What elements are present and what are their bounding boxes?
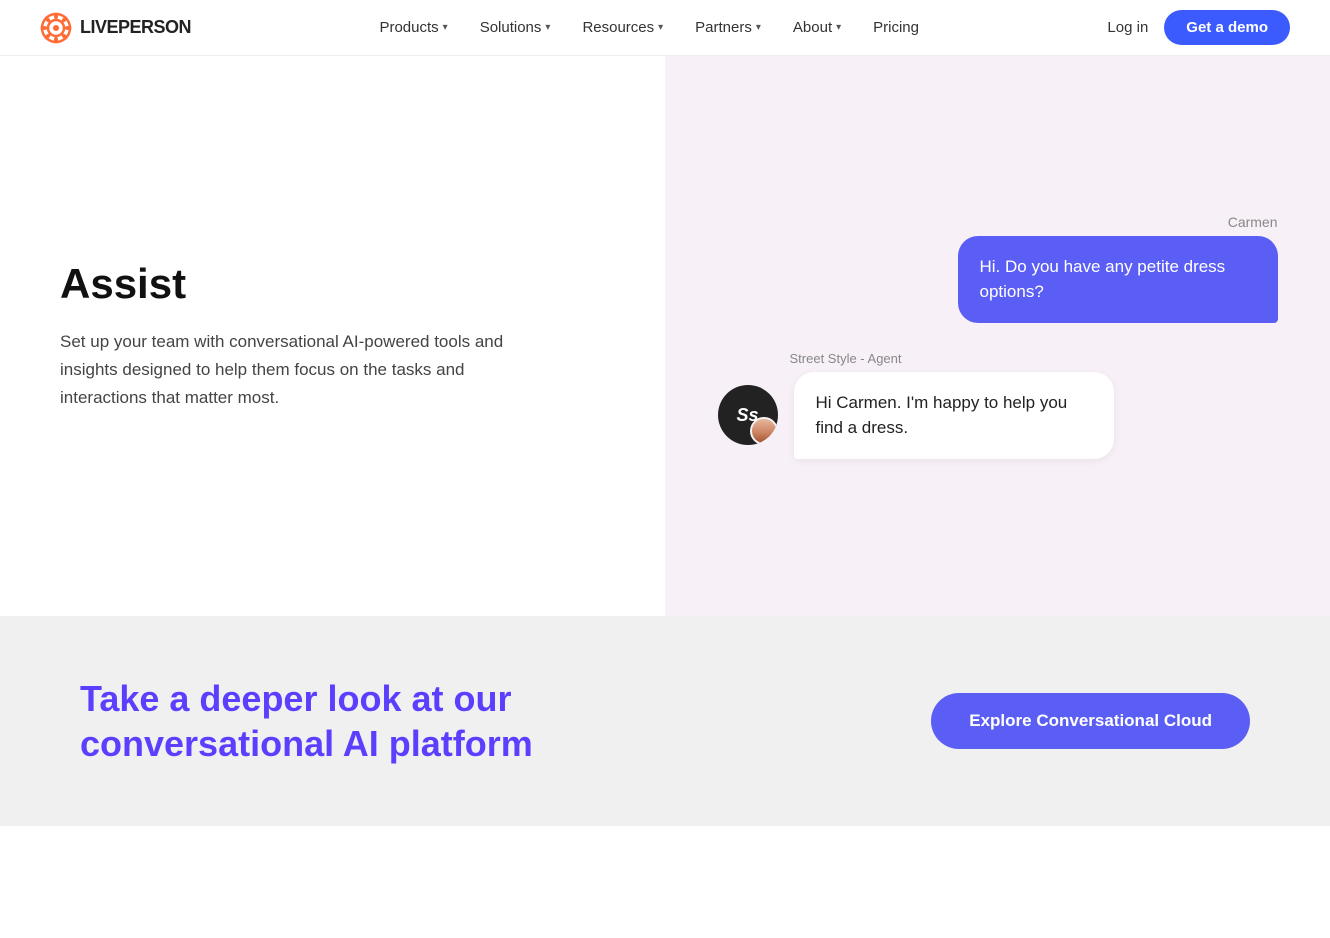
assist-title: Assist	[60, 260, 605, 308]
chevron-down-icon: ▾	[836, 22, 841, 33]
nav-products[interactable]: Products ▾	[379, 19, 447, 36]
agent-chat-bubble: Hi Carmen. I'm happy to help you find a …	[794, 372, 1114, 459]
left-panel: Assist Set up your team with conversatio…	[0, 56, 665, 616]
user-message-row: Hi. Do you have any petite dress options…	[718, 236, 1278, 323]
nav-resources[interactable]: Resources ▾	[582, 19, 663, 36]
agent-face	[752, 419, 776, 443]
cta-section: Take a deeper look at our conversational…	[0, 616, 1330, 826]
agent-photo	[750, 417, 778, 445]
right-panel: Carmen Hi. Do you have any petite dress …	[665, 56, 1330, 616]
cta-title: Take a deeper look at our conversational…	[80, 676, 600, 766]
nav-partners[interactable]: Partners ▾	[695, 19, 761, 36]
agent-label: Street Style - Agent	[790, 351, 1278, 366]
get-demo-button[interactable]: Get a demo	[1164, 10, 1290, 45]
agent-avatar: Ss	[718, 385, 778, 445]
logo[interactable]: LIVEPERSON	[40, 12, 191, 44]
user-chat-bubble: Hi. Do you have any petite dress options…	[958, 236, 1278, 323]
agent-message-group: Street Style - Agent Ss Hi Carmen. I'm h…	[718, 351, 1278, 459]
main-section: Assist Set up your team with conversatio…	[0, 56, 1330, 616]
chevron-down-icon: ▾	[756, 22, 761, 33]
nav-actions: Log in Get a demo	[1107, 10, 1290, 45]
user-name-label: Carmen	[718, 214, 1278, 230]
assist-description: Set up your team with conversational AI-…	[60, 328, 540, 412]
login-button[interactable]: Log in	[1107, 19, 1148, 36]
agent-row: Ss Hi Carmen. I'm happy to help you find…	[718, 372, 1278, 459]
chevron-down-icon: ▾	[658, 22, 663, 33]
explore-cloud-button[interactable]: Explore Conversational Cloud	[931, 693, 1250, 749]
liveperson-logo-icon	[40, 12, 72, 44]
logo-text: LIVEPERSON	[80, 17, 191, 38]
nav-pricing[interactable]: Pricing	[873, 19, 919, 36]
navbar: LIVEPERSON Products ▾ Solutions ▾ Resour…	[0, 0, 1330, 56]
user-message-group: Carmen Hi. Do you have any petite dress …	[718, 214, 1278, 323]
nav-links: Products ▾ Solutions ▾ Resources ▾ Partn…	[379, 19, 919, 36]
chevron-down-icon: ▾	[545, 22, 550, 33]
chevron-down-icon: ▾	[443, 22, 448, 33]
nav-solutions[interactable]: Solutions ▾	[480, 19, 551, 36]
chat-mockup: Carmen Hi. Do you have any petite dress …	[718, 214, 1278, 459]
nav-about[interactable]: About ▾	[793, 19, 841, 36]
